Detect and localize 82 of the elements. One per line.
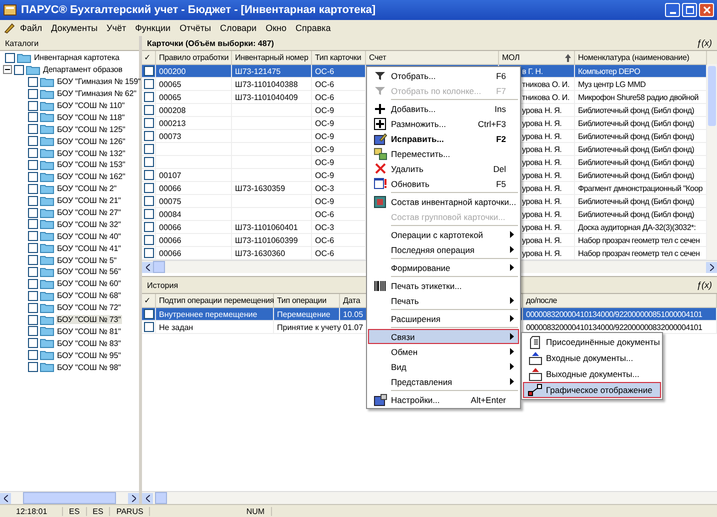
rule-cell: 00107 (159, 170, 182, 180)
mol-cell: урова Н. Я. (522, 132, 562, 140)
inventory-number-cell: Ш73-1101040388 (235, 80, 298, 88)
rule-cell: 00066 (159, 222, 182, 232)
table-cell: 000008320000410134000/922000000832000004101 (526, 322, 702, 332)
nomenclature-cell: Библиотечный фонд (Библ фонд) (578, 132, 694, 140)
mol-cell: урова Н. Я. (522, 158, 562, 166)
card-type-cell: ОС-6 (315, 210, 334, 218)
rule-cell: 000200 (159, 66, 186, 76)
rule-cell: 000208 (159, 106, 186, 114)
rule-cell: 00065 (159, 92, 182, 102)
mol-cell: тникова О. И. (522, 80, 570, 88)
inventory-number-cell: Ш73-121475 (235, 66, 281, 76)
card-type-cell: ОС-6 (315, 92, 334, 102)
nomenclature-cell: Библиотечный фонд (Библ фонд) (578, 144, 694, 154)
card-type-cell: ОС-9 (315, 158, 334, 166)
nomenclature-cell: Библиотечный фонд (Библ фонд) (578, 118, 694, 128)
table-cell: 000008320000410134000/922000000851000004101 (526, 310, 702, 318)
rule-cell: 00066 (159, 184, 182, 192)
card-type-cell: ОС-3 (315, 184, 334, 192)
mol-cell: урова Н. Я. (522, 144, 562, 154)
mol-cell: урова Н. Я. (522, 236, 562, 244)
mol-cell: урова Н. Я. (522, 196, 562, 206)
card-type-cell: ОС-9 (315, 132, 334, 140)
panel-title: Каталоги (5, 38, 39, 48)
nomenclature-cell: Муз центр LG MMD (578, 80, 646, 88)
mol-cell: урова Н. Я. (522, 210, 562, 218)
card-type-cell: ОС-9 (315, 144, 334, 154)
mol-cell: урова Н. Я. (522, 248, 562, 258)
card-type-cell: ОС-9 (315, 196, 334, 206)
nomenclature-cell: Библиотечный фонд (Библ фонд) (578, 210, 694, 218)
card-type-cell: ОС-6 (315, 80, 334, 88)
card-type-cell: ОС-3 (315, 222, 334, 232)
nomenclature-cell: Доска аудиторная ДА-32(3)(3032*: (578, 222, 696, 232)
nomenclature-cell: Набор прозрач геометр тел с сечен (578, 248, 700, 258)
mol-cell: урова Н. Я. (522, 170, 562, 180)
card-type-cell: ОС-6 (315, 248, 334, 258)
rule-cell: 00066 (159, 236, 182, 244)
subtype-cell: Не задан (159, 322, 194, 332)
nomenclature-cell: Компьютер DEPO (578, 66, 640, 76)
mol-cell: урова Н. Я. (522, 222, 562, 232)
date-cell: 10.05 (343, 310, 364, 318)
nomenclature-cell: Библиотечный фонд (Библ фонд) (578, 106, 694, 114)
nomenclature-cell: Микрофон Shure58 радио двойной (578, 92, 698, 102)
inventory-number-cell: Ш73-1101040409 (235, 92, 298, 102)
nomenclature-cell: Библиотечный фонд (Библ фонд) (578, 158, 694, 166)
status-text: 12:18:01 (0, 506, 63, 516)
date-cell: 01.07 (343, 322, 364, 332)
card-type-cell: ОС-9 (315, 170, 334, 180)
nomenclature-cell: Фрагмент дмнонстрационный "Коор (578, 184, 702, 192)
status-text: ES (86, 506, 110, 516)
operation-type-cell: Принятие к учету (277, 322, 342, 332)
rule-cell: 00073 (159, 132, 182, 140)
panel-title: Карточки (Объём выборки: 487) (147, 38, 274, 48)
window-title: ПАРУС® Бухгалтерский учет - Бюджет - [Инвентарная картотека] (21, 4, 377, 16)
rule-cell: 000213 (159, 118, 186, 128)
status-text: ES (63, 506, 87, 516)
operation-type-cell: Перемещение (277, 310, 330, 318)
nomenclature-cell: Библиотечный фонд (Библ фонд) (578, 170, 694, 180)
rule-cell: 00084 (159, 210, 182, 218)
inventory-number-cell: Ш73-1630359 (235, 184, 286, 192)
inventory-number-cell: Ш73-1630360 (235, 248, 286, 258)
subtype-cell: Внутреннее перемещение (159, 310, 258, 318)
mol-cell: урова Н. Я. (522, 106, 562, 114)
card-type-cell: ОС-9 (315, 118, 334, 128)
mol-cell: в Г. Н. (522, 66, 543, 76)
nomenclature-cell: Набор прозрач геометр тел с сечен (578, 236, 700, 244)
status-text: PARUS (110, 506, 150, 516)
mol-cell: урова Н. Я. (522, 118, 562, 128)
status-text: NUM (240, 506, 272, 516)
card-type-cell: ОС-6 (315, 66, 334, 76)
card-type-cell: ОС-9 (315, 106, 334, 114)
panel-title: История (147, 280, 178, 290)
nomenclature-cell: Библиотечный фонд (Библ фонд) (578, 196, 694, 206)
inventory-number-cell: Ш73-1101060399 (235, 236, 298, 244)
rule-cell: 00075 (159, 196, 182, 206)
rule-cell: 00065 (159, 80, 182, 88)
card-type-cell: ОС-6 (315, 236, 334, 244)
rule-cell: 00066 (159, 248, 182, 258)
mol-cell: тникова О. И. (522, 92, 570, 102)
inventory-number-cell: Ш73-1101060401 (235, 222, 298, 232)
mol-cell: урова Н. Я. (522, 184, 562, 192)
